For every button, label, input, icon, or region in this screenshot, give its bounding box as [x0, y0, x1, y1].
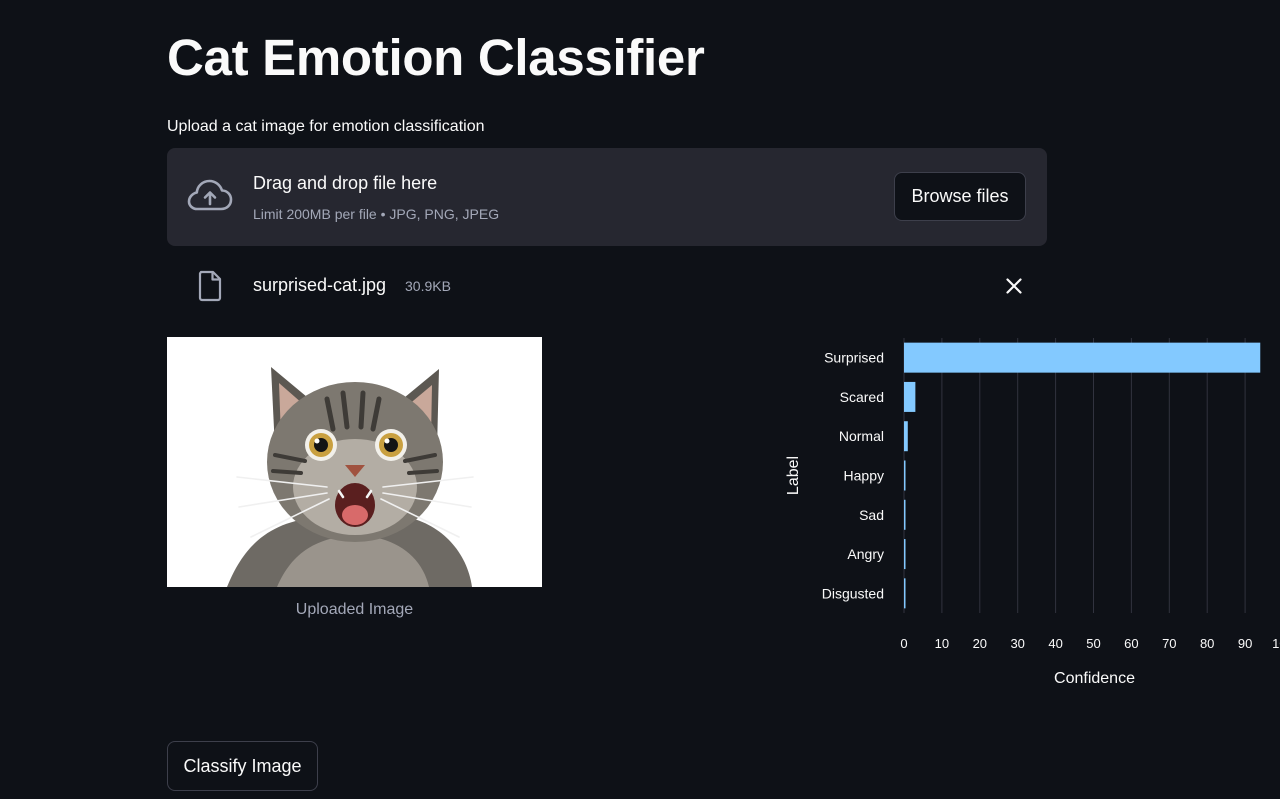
x-tick-label: 90	[1238, 636, 1252, 651]
x-tick-label: 50	[1086, 636, 1100, 651]
cloud-upload-icon	[186, 178, 234, 214]
uploaded-cat-image	[167, 337, 542, 587]
image-caption: Uploaded Image	[295, 601, 414, 618]
category-label: Happy	[844, 468, 884, 484]
bar-normal	[904, 421, 908, 452]
x-tick-label: 30	[1010, 636, 1024, 651]
x-tick-label: 70	[1162, 636, 1176, 651]
uploader-label: Upload a cat image for emotion classific…	[167, 118, 485, 135]
bar-surprised	[904, 342, 1261, 373]
category-label: Angry	[847, 546, 884, 562]
browse-files-button[interactable]: Browse files	[894, 172, 1026, 221]
x-tick-label: 40	[1048, 636, 1062, 651]
file-dropzone[interactable]: Drag and drop file here Limit 200MB per …	[167, 148, 1047, 246]
x-tick-label: 100	[1272, 636, 1280, 651]
bar-scared	[904, 381, 916, 412]
uploaded-file-size: 30.9KB	[405, 278, 451, 294]
x-tick-label: 20	[973, 636, 987, 651]
x-tick-label: 60	[1124, 636, 1138, 651]
dropzone-limits: Limit 200MB per file • JPG, PNG, JPEG	[253, 206, 500, 222]
page-title: Cat Emotion Classifier	[167, 29, 705, 86]
uploaded-file-name: surprised-cat.jpg	[253, 275, 387, 295]
bar-angry	[904, 539, 906, 570]
close-icon[interactable]	[1002, 274, 1026, 298]
category-label: Disgusted	[822, 585, 884, 601]
classify-image-button[interactable]: Classify Image	[167, 741, 318, 791]
bar-sad	[904, 499, 906, 530]
x-tick-label: 10	[935, 636, 949, 651]
bar-happy	[904, 460, 906, 491]
x-axis-title: Confidence	[1054, 670, 1135, 687]
file-icon	[197, 270, 223, 302]
category-label: Sad	[859, 507, 884, 523]
x-tick-label: 0	[900, 636, 907, 651]
bar-disgusted	[904, 578, 906, 609]
category-label: Surprised	[824, 350, 884, 366]
x-tick-label: 80	[1200, 636, 1214, 651]
uploaded-file-row: surprised-cat.jpg 30.9KB	[167, 262, 1047, 310]
dropzone-title: Drag and drop file here	[253, 173, 438, 193]
category-label: Normal	[839, 428, 884, 444]
confidence-bar-chart: Surprised Scared Normal Happy Sad Angry Disgus…	[785, 338, 1280, 687]
category-label: Scared	[840, 389, 884, 405]
y-axis-title: Label	[785, 456, 802, 495]
